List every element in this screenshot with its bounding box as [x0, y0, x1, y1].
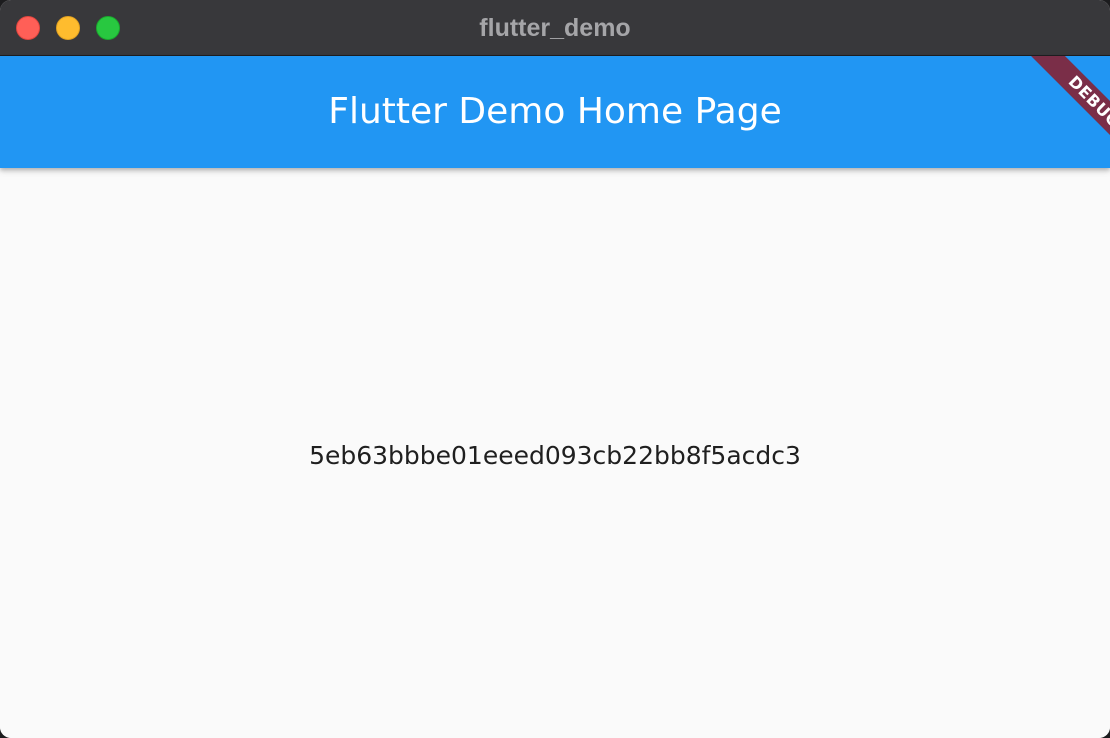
debug-banner: DEBUG [1025, 56, 1110, 168]
page-body: 5eb63bbbe01eeed093cb22bb8f5acdc3 [0, 168, 1110, 738]
window-titlebar[interactable]: flutter_demo [0, 0, 1110, 56]
window-title: flutter_demo [479, 14, 631, 42]
debug-banner-container: DEBUG [998, 56, 1110, 168]
app-window: flutter_demo Flutter Demo Home Page DEBU… [0, 0, 1110, 738]
center-text: 5eb63bbbe01eeed093cb22bb8f5acdc3 [309, 441, 801, 470]
app-bar: Flutter Demo Home Page [0, 56, 1110, 168]
page-title: Flutter Demo Home Page [328, 91, 782, 132]
